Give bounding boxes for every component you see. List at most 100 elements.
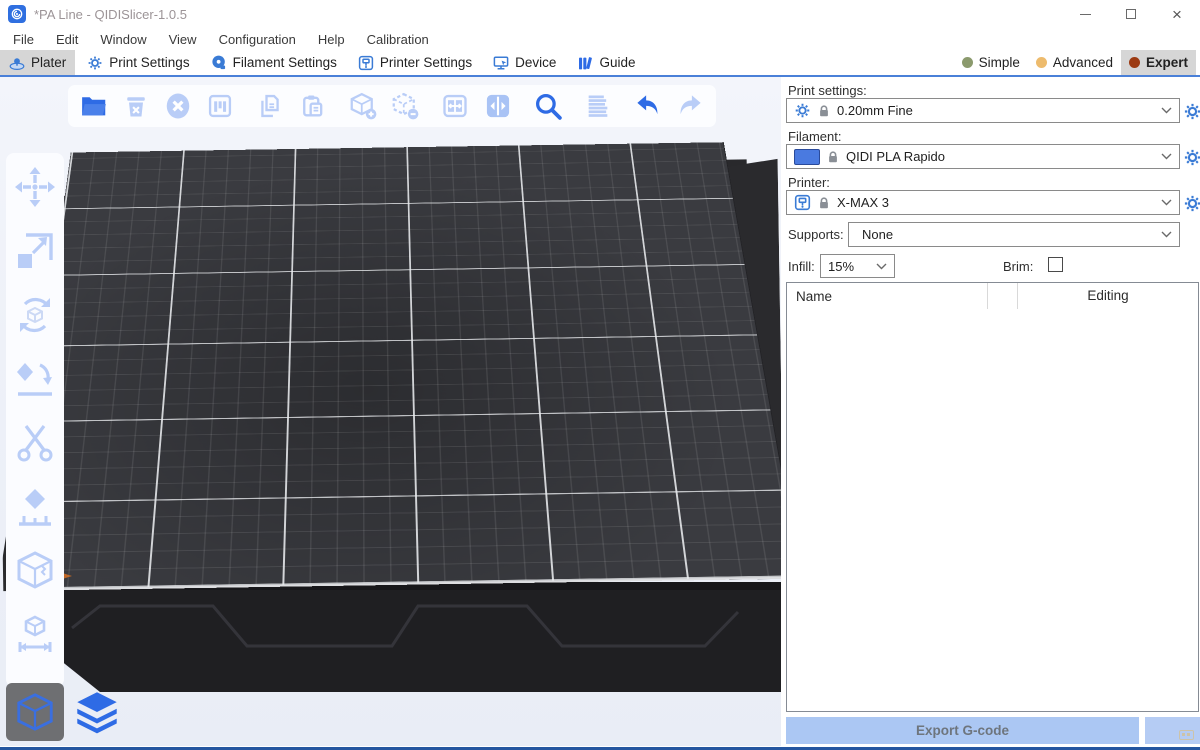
tab-printer-settings[interactable]: Printer Settings [349, 50, 481, 75]
column-editing: Editing [1017, 283, 1198, 309]
3d-editor-view-button[interactable] [6, 683, 64, 741]
filament-value: QIDI PLA Rapido [846, 149, 945, 164]
infill-label: Infill: [788, 259, 815, 274]
menu-configuration[interactable]: Configuration [208, 32, 307, 47]
chevron-down-icon [1161, 199, 1172, 206]
close-icon[interactable]: × [1154, 0, 1200, 28]
object-list-header: Name Editing [787, 283, 1198, 309]
lock-icon [818, 197, 830, 209]
tab-label: Filament Settings [233, 55, 337, 70]
supports-value: None [862, 227, 893, 242]
simple-dot-icon [962, 57, 973, 68]
printer-combo[interactable]: X-MAX 3 [786, 190, 1180, 215]
paste-icon[interactable] [297, 90, 328, 122]
open-icon[interactable] [78, 90, 109, 122]
mode-label: Advanced [1053, 55, 1113, 70]
printer-value: X-MAX 3 [837, 195, 889, 210]
print-settings-value: 0.20mm Fine [837, 103, 913, 118]
tab-filament-settings[interactable]: Filament Settings [202, 50, 346, 75]
cut-icon[interactable] [13, 421, 57, 465]
add-instance-icon[interactable] [347, 90, 378, 122]
menubar: File Edit Window View Configuration Help… [0, 28, 1200, 50]
arrange-icon[interactable] [205, 90, 236, 122]
minimize-icon[interactable] [1062, 0, 1108, 28]
copy-icon[interactable] [255, 90, 286, 122]
maximize-icon[interactable] [1108, 0, 1154, 28]
sidebar: Print settings: 0.20mm Fine Filament: QI… [786, 77, 1200, 746]
remove-instance-icon[interactable] [390, 90, 421, 122]
expert-dot-icon [1129, 57, 1140, 68]
menu-window[interactable]: Window [89, 32, 157, 47]
window-title: *PA Line - QIDISlicer-1.0.5 [34, 7, 187, 22]
tab-label: Plater [31, 55, 66, 70]
supports-combo[interactable]: None [848, 222, 1180, 247]
print-bed[interactable] [0, 77, 781, 703]
measure-icon[interactable] [13, 613, 57, 657]
mode-label: Expert [1146, 55, 1188, 70]
menu-edit[interactable]: Edit [45, 32, 89, 47]
undo-icon[interactable] [633, 90, 664, 122]
lock-icon [827, 151, 839, 163]
variable-layer-height-icon[interactable] [582, 90, 613, 122]
printer-icon [358, 55, 374, 71]
filament-combo[interactable]: QIDI PLA Rapido [786, 144, 1180, 169]
split-to-parts-icon[interactable] [482, 90, 513, 122]
filament-color-swatch [794, 149, 820, 165]
tab-guide[interactable]: Guide [568, 50, 644, 75]
search-icon[interactable] [532, 90, 563, 122]
infill-combo[interactable]: 15% [820, 254, 895, 278]
redo-icon[interactable] [675, 90, 706, 122]
bed-surface [11, 142, 781, 591]
menu-help[interactable]: Help [307, 32, 356, 47]
menu-view[interactable]: View [158, 32, 208, 47]
menu-file[interactable]: File [2, 32, 45, 47]
mode-advanced[interactable]: Advanced [1028, 50, 1121, 75]
gear-icon [1183, 194, 1200, 213]
print-settings-combo[interactable]: 0.20mm Fine [786, 98, 1180, 123]
layers-icon [74, 689, 120, 735]
tab-label: Device [515, 55, 556, 70]
place-on-face-icon[interactable] [13, 357, 57, 401]
tabbar: Plater Print Settings Filament Settings … [0, 50, 1200, 77]
tab-print-settings[interactable]: Print Settings [78, 50, 198, 75]
seam-painting-icon[interactable] [13, 549, 57, 593]
print-settings-gear-button[interactable] [1182, 101, 1200, 121]
filament-icon [211, 55, 227, 71]
gear-icon [1183, 102, 1200, 121]
printer-gear-button[interactable] [1182, 193, 1200, 213]
scale-icon[interactable] [13, 229, 57, 273]
guide-icon [577, 55, 593, 71]
paint-supports-icon[interactable] [13, 485, 57, 529]
brim-checkbox[interactable] [1048, 257, 1063, 272]
mode-label: Simple [979, 55, 1020, 70]
chevron-down-icon [1161, 231, 1172, 238]
menu-calibration[interactable]: Calibration [356, 32, 440, 47]
rotate-icon[interactable] [13, 293, 57, 337]
app-logo-icon [8, 5, 26, 23]
filament-gear-button[interactable] [1182, 147, 1200, 167]
printer-icon [794, 194, 811, 211]
app-window: *PA Line - QIDISlicer-1.0.5 × File Edit … [0, 0, 1200, 750]
move-icon[interactable] [13, 165, 57, 209]
export-to-sd-button[interactable] [1145, 717, 1200, 744]
titlebar: *PA Line - QIDISlicer-1.0.5 × [0, 0, 1200, 28]
printer-label: Printer: [788, 175, 830, 190]
export-gcode-button[interactable]: Export G-code [786, 717, 1139, 744]
split-to-objects-icon[interactable] [440, 90, 471, 122]
delete-all-icon[interactable] [162, 90, 193, 122]
supports-label: Supports: [788, 227, 844, 242]
viewport-3d[interactable] [0, 77, 781, 746]
preview-view-button[interactable] [68, 683, 126, 741]
mode-simple[interactable]: Simple [954, 50, 1028, 75]
column-extruder [987, 283, 1017, 309]
object-list[interactable]: Name Editing [786, 282, 1199, 712]
mode-switcher: Simple Advanced Expert [954, 50, 1196, 75]
export-row: Export G-code [786, 717, 1200, 744]
filament-label: Filament: [788, 129, 841, 144]
delete-icon[interactable] [120, 90, 151, 122]
tab-device[interactable]: Device [484, 50, 565, 75]
chevron-down-icon [1161, 153, 1172, 160]
gear-icon [794, 102, 811, 119]
tab-plater[interactable]: Plater [0, 50, 75, 75]
mode-expert[interactable]: Expert [1121, 50, 1196, 75]
